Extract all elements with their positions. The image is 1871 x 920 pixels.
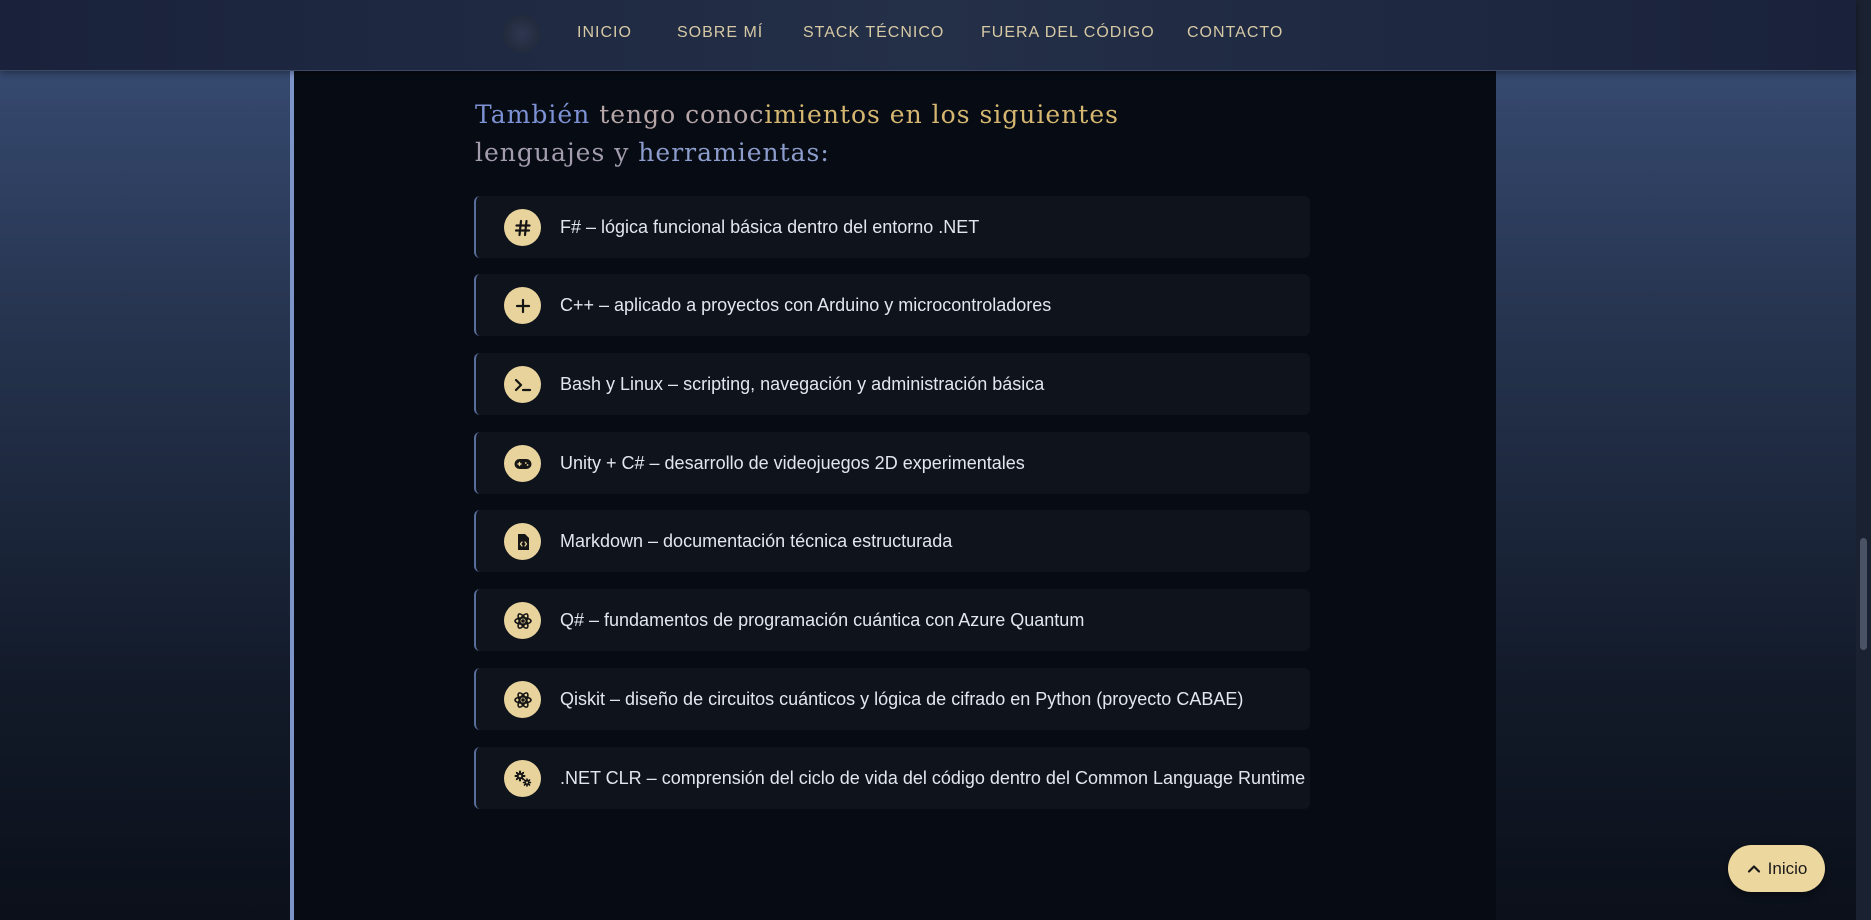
list-item: Markdown – documentación técnica estruct… [474, 510, 1310, 572]
item-label: Q# – fundamentos de programación cuántic… [560, 610, 1085, 630]
item-label: .NET CLR – comprensión del ciclo de vida… [560, 768, 1306, 788]
list-item: Qiskit – diseño de circuitos cuánticos y… [474, 668, 1310, 730]
gears-icon [504, 760, 541, 797]
item-label: C++ – aplicado a proyectos con Arduino y… [560, 295, 1052, 315]
gamepad-icon [504, 445, 541, 482]
nav-link-inicio[interactable]: INICIO [577, 24, 632, 42]
item-label: Unity + C# – desarrollo de videojuegos 2… [560, 453, 1025, 473]
list-item: Q# – fundamentos de programación cuántic… [474, 589, 1310, 651]
atom-icon [504, 602, 541, 639]
file-code-icon [504, 523, 541, 560]
nav-link-fuera-del-codigo[interactable]: FUERA DEL CÓDIGO [981, 24, 1155, 42]
list-item: .NET CLR – comprensión del ciclo de vida… [474, 747, 1310, 809]
item-label: F# – lógica funcional básica dentro del … [560, 217, 980, 237]
hash-icon [504, 209, 541, 246]
list-item: Unity + C# – desarrollo de videojuegos 2… [474, 432, 1310, 494]
list-item: Bash y Linux – scripting, navegación y a… [474, 353, 1310, 415]
nav-link-stack-tecnico[interactable]: STACK TÉCNICO [803, 24, 944, 42]
plus-icon [504, 287, 541, 324]
nav-link-sobre-mi[interactable]: SOBRE MÍ [677, 24, 763, 42]
back-to-top-button[interactable]: Inicio [1728, 845, 1825, 892]
atom-icon [504, 681, 541, 718]
navbar: INICIO SOBRE MÍ STACK TÉCNICO FUERA DEL … [0, 0, 1856, 71]
list-item: F# – lógica funcional básica dentro del … [474, 196, 1310, 258]
scrollbar-thumb[interactable] [1860, 538, 1867, 650]
list-item: C++ – aplicado a proyectos con Arduino y… [474, 274, 1310, 336]
item-label: Bash y Linux – scripting, navegación y a… [560, 374, 1045, 394]
logo[interactable] [503, 15, 541, 53]
item-label: Qiskit – diseño de circuitos cuánticos y… [560, 689, 1244, 709]
nav-link-contacto[interactable]: CONTACTO [1187, 24, 1283, 42]
back-to-top-label: Inicio [1767, 858, 1808, 878]
terminal-icon [504, 366, 541, 403]
item-label: Markdown – documentación técnica estruct… [560, 531, 953, 551]
section-heading: También tengo conocimientos en los sigui… [475, 100, 1119, 167]
chevron-up-icon [1746, 861, 1762, 877]
scrollbar[interactable] [1856, 0, 1871, 920]
